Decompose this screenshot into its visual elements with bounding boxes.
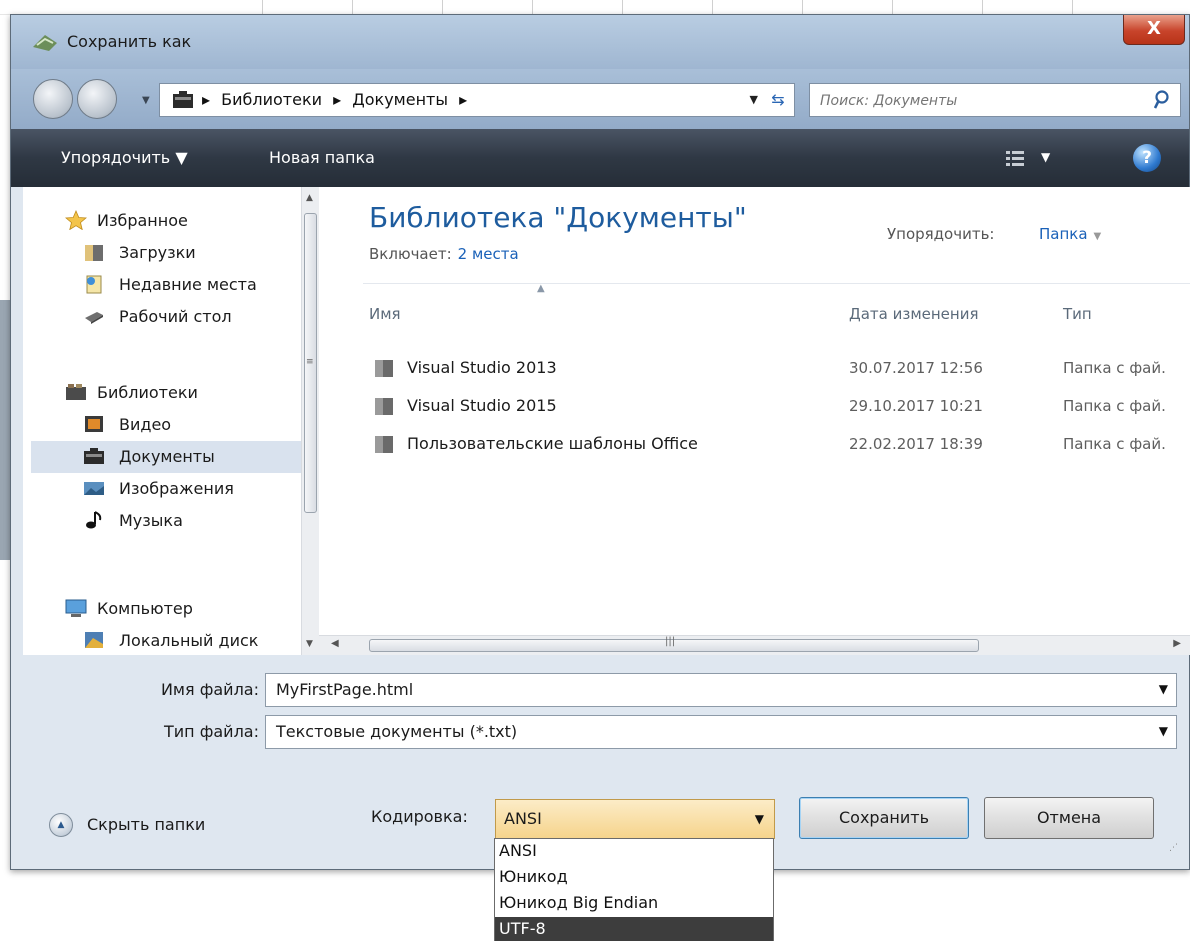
video-library-icon [85,416,103,432]
nav-item-video[interactable]: Видео [23,409,301,441]
breadcrumb-libraries[interactable]: Библиотеки [221,90,322,109]
file-list-pane: Библиотека "Документы" Включает: 2 места … [319,187,1190,655]
desktop-icon [85,312,103,324]
filetype-select[interactable]: Текстовые документы (*.txt) ▼ [265,715,1177,749]
recent-pages-dropdown-icon[interactable]: ▼ [142,95,150,106]
arrange-by-dropdown[interactable]: Папка ▼ [1039,225,1101,243]
encoding-select[interactable]: ANSI ▼ [495,799,775,839]
organize-button[interactable]: Упорядочить ▼ [61,148,188,167]
nav-item-music[interactable]: Музыка [23,505,301,537]
local-disk-icon [85,632,103,648]
horizontal-scrollbar[interactable]: ◀ ||| ▶ [319,635,1190,655]
nav-item-images[interactable]: Изображения [23,473,301,505]
collapse-icon: ▲ [49,813,73,837]
back-button[interactable] [33,79,73,119]
command-bar: Упорядочить ▼ Новая папка ▼ ? [11,129,1189,187]
file-row[interactable]: Пользовательские шаблоны Office 22.02.20… [363,427,1190,461]
address-bar[interactable]: ▸ Библиотеки ▸ Документы ▸ ▼ ⇆ [159,83,795,117]
encoding-option-unicode-big-endian[interactable]: Юникод Big Endian [495,891,773,915]
encoding-option-unicode[interactable]: Юникод [495,865,773,889]
nav-item-libraries[interactable]: Библиотеки [23,377,301,409]
file-row[interactable]: Visual Studio 2015 29.10.2017 10:21 Папк… [363,389,1190,423]
column-header-name[interactable]: Имя [369,305,401,323]
star-icon [65,210,87,230]
search-icon[interactable] [1154,90,1172,110]
chevron-down-icon: ▼ [1093,231,1102,242]
title-bar[interactable]: Сохранить как X [11,15,1189,69]
scroll-grip-icon: ≡ [306,357,314,367]
folder-icon [375,360,393,377]
arrange-by-label: Упорядочить: [887,225,995,243]
documents-library-icon [84,448,104,464]
header-divider [363,283,1190,284]
encoding-option-ansi[interactable]: ANSI [495,839,773,863]
nav-item-documents[interactable]: Документы [31,441,301,473]
dialog-title: Сохранить как [67,32,192,51]
nav-item-computer[interactable]: Компьютер [23,593,301,625]
encoding-label: Кодировка: [371,807,468,826]
library-documents-icon [173,91,193,108]
chevron-down-icon[interactable]: ▼ [755,812,764,826]
breadcrumb: ▸ Библиотеки ▸ Документы ▸ [202,90,473,109]
breadcrumb-separator: ▸ [333,90,342,109]
search-input[interactable] [818,88,1142,114]
search-box[interactable] [809,83,1181,117]
chevron-down-icon[interactable]: ▼ [1159,682,1168,696]
library-includes: Включает: 2 места [369,245,519,263]
navigation-row: ▼ ▸ Библиотеки ▸ Документы ▸ ▼ ⇆ [11,69,1189,129]
breadcrumb-separator[interactable]: ▸ [459,90,467,109]
encoding-option-utf8[interactable]: UTF-8 [495,917,773,941]
new-folder-button[interactable]: Новая папка [269,148,375,167]
view-options-dropdown-icon[interactable]: ▼ [1041,150,1050,164]
save-as-dialog: Сохранить как X ▼ ▸ Библиотеки ▸ Докумен… [10,14,1190,870]
nav-item-local-disk[interactable]: Локальный диск [23,625,301,655]
change-view-icon[interactable] [1005,149,1025,167]
refresh-icon[interactable]: ⇆ [766,89,790,111]
scroll-down-icon[interactable]: ▼ [306,639,313,649]
filename-field[interactable]: MyFirstPage.html ▼ [265,673,1177,707]
folder-icon [375,398,393,415]
filename-label: Имя файла: [160,680,259,699]
cancel-button[interactable]: Отмена [984,797,1154,839]
scroll-left-icon[interactable]: ◀ [331,638,339,649]
resize-grip-icon[interactable]: ⋰ [1169,843,1178,853]
nav-item-downloads[interactable]: Загрузки [23,237,301,269]
nav-item-recent-places[interactable]: Недавние места [23,269,301,301]
column-header-date[interactable]: Дата изменения [849,305,979,323]
navigation-pane: Избранное Загрузки Недавние места Рабочи… [23,187,319,655]
libraries-icon [66,384,86,400]
breadcrumb-separator: ▸ [202,90,211,109]
library-title: Библиотека "Документы" [369,201,747,234]
file-row[interactable]: Visual Studio 2013 30.07.2017 12:56 Папк… [363,351,1190,385]
filetype-label: Тип файла: [163,722,259,741]
scroll-grip-icon: ||| [665,636,676,647]
address-dropdown-icon[interactable]: ▼ [750,93,758,106]
recent-places-icon [86,275,102,294]
navigation-scrollbar[interactable]: ▲ ≡ ▼ [301,187,319,655]
hide-folders-button[interactable]: ▲ Скрыть папки [49,811,289,841]
help-icon[interactable]: ? [1133,144,1161,172]
sort-ascending-icon: ▲ [537,283,545,294]
breadcrumb-documents[interactable]: Документы [352,90,448,109]
folder-icon [375,436,393,453]
encoding-options-list: ANSI Юникод Юникод Big Endian UTF-8 [494,838,774,941]
music-library-icon [86,511,102,529]
computer-icon [65,599,87,617]
nav-item-favorites[interactable]: Избранное [23,205,301,237]
save-dialog-icon [33,35,57,51]
close-button[interactable]: X [1123,15,1185,45]
nav-item-desktop[interactable]: Рабочий стол [23,301,301,333]
save-button[interactable]: Сохранить [799,797,969,839]
downloads-folder-icon [85,245,103,261]
scroll-right-icon[interactable]: ▶ [1173,638,1181,649]
forward-button[interactable] [77,79,117,119]
filename-input[interactable]: MyFirstPage.html [276,680,413,699]
chevron-down-icon[interactable]: ▼ [1159,724,1168,738]
column-header-type[interactable]: Тип [1063,305,1092,323]
library-locations-link[interactable]: 2 места [458,245,519,263]
background-ruler [0,0,1190,15]
scroll-up-icon[interactable]: ▲ [306,193,313,203]
pictures-library-icon [84,482,104,495]
